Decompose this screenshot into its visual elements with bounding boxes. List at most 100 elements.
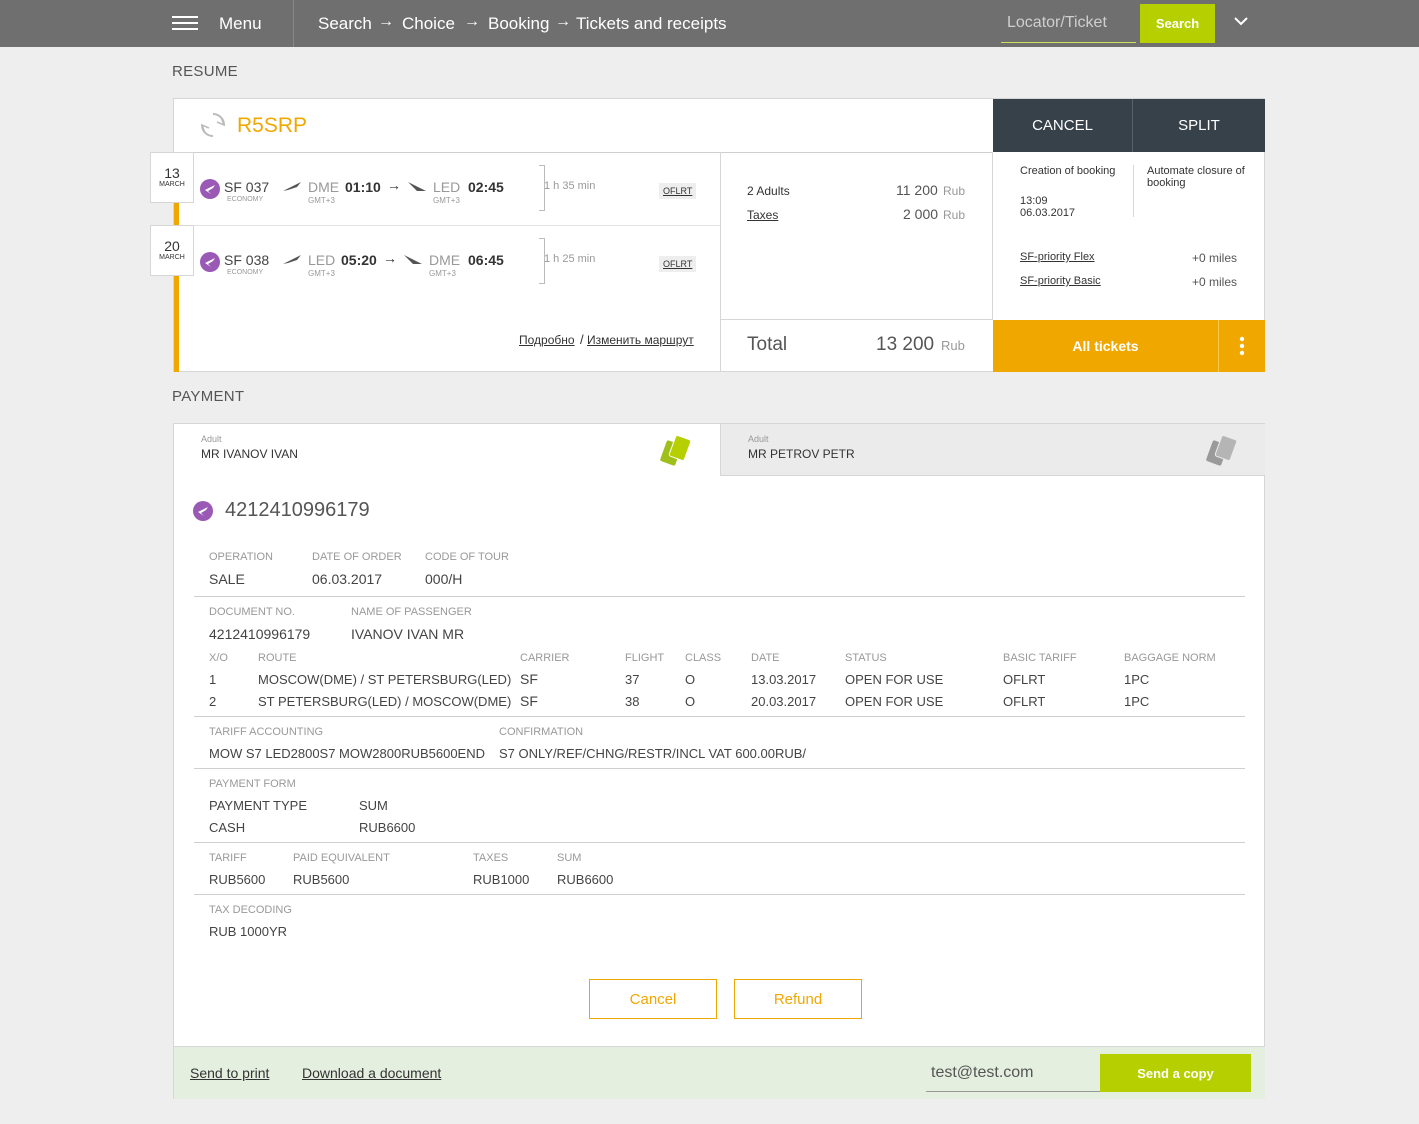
details-link[interactable]: Подробно <box>519 333 575 347</box>
col-basic-tariff: BASIC TARIFF <box>1003 652 1077 664</box>
col-carrier: CARRIER <box>520 652 570 664</box>
segment-flight: 38 <box>625 694 640 709</box>
operation-value: SALE <box>209 571 245 587</box>
tariff-accounting-label: TARIFF ACCOUNTING <box>209 726 324 738</box>
arrival-time: 02:45 <box>468 179 504 195</box>
send-to-print-link[interactable]: Send to print <box>190 1065 269 1081</box>
download-document-link[interactable]: Download a document <box>302 1065 441 1081</box>
departure-time: 05:20 <box>341 252 377 268</box>
change-route-link[interactable]: Изменить маршрут <box>587 333 694 347</box>
breadcrumb-booking[interactable]: Booking <box>488 14 549 34</box>
email-input[interactable] <box>926 1054 1100 1092</box>
order-date-value: 06.03.2017 <box>312 571 383 587</box>
sum2-value: RUB6600 <box>557 872 614 887</box>
segment-route: ST PETERSBURG(LED) / MOSCOW(DME) <box>258 694 512 709</box>
total-label: Total <box>747 334 788 355</box>
paid-equivalent-value: RUB5600 <box>293 872 350 887</box>
refresh-icon[interactable] <box>199 111 227 139</box>
locator-input[interactable] <box>1001 4 1136 43</box>
col-xo: X/O <box>209 652 228 664</box>
hamburger-menu-icon[interactable] <box>172 16 198 31</box>
divider <box>194 894 1245 895</box>
search-button[interactable]: Search <box>1140 4 1215 43</box>
fare-code[interactable]: OFLRT <box>659 256 697 272</box>
passenger-name: MR PETROV PETR <box>748 447 855 461</box>
creation-label: Creation of booking <box>1020 165 1116 177</box>
arrow-icon: → <box>387 177 401 193</box>
taxes-label: TAXES <box>473 852 509 864</box>
priority-flex-link[interactable]: SF-priority Flex <box>1020 251 1095 263</box>
date-month: MARCH <box>159 181 185 188</box>
divider <box>174 152 993 153</box>
taxes-price: 2 000 <box>903 206 939 222</box>
divider <box>1133 165 1134 217</box>
currency-label: Rub <box>943 184 966 198</box>
priority-basic-link[interactable]: SF-priority Basic <box>1020 275 1101 287</box>
segment-class: O <box>685 694 696 709</box>
sum-value: RUB6600 <box>359 820 416 835</box>
document-actions-bar: Send to print Download a document Send a… <box>174 1046 1265 1099</box>
segment-date: 20.03.2017 <box>751 694 817 709</box>
cancel-booking-button[interactable]: CANCEL <box>993 99 1132 152</box>
from-airport: DME <box>308 179 340 195</box>
confirmation-value: S7 ONLY/REF/CHNG/RESTR/INCL VAT 600.00RU… <box>499 746 807 761</box>
to-airport: DME <box>429 252 461 268</box>
flight-number: SF 038 <box>224 252 270 268</box>
date-day: 13 <box>164 165 180 181</box>
menu-label[interactable]: Menu <box>219 14 262 34</box>
segment-tariff: OFLRT <box>1003 694 1046 709</box>
currency-label: Rub <box>941 338 965 353</box>
breadcrumb-choice[interactable]: Choice <box>402 14 455 34</box>
passenger-name-label: NAME OF PASSENGER <box>351 606 472 618</box>
chevron-down-icon[interactable] <box>1232 12 1250 30</box>
airline-logo-icon <box>200 179 220 199</box>
segment-status: OPEN FOR USE <box>845 672 944 687</box>
col-date: DATE <box>751 652 780 664</box>
passenger-tab-ivanov[interactable]: Adult MR IVANOV IVAN <box>174 424 720 476</box>
tour-code-label: CODE OF TOUR <box>425 551 509 563</box>
fare-code[interactable]: OFLRT <box>659 183 697 199</box>
ticket-grey-icon <box>1206 434 1238 466</box>
arrival-time: 06:45 <box>468 252 504 268</box>
passenger-name: MR IVANOV IVAN <box>201 447 298 461</box>
segment-class: O <box>685 672 696 687</box>
send-copy-button[interactable]: Send a copy <box>1100 1054 1251 1092</box>
flight-duration: 1 h 25 min <box>544 253 596 265</box>
cancel-ticket-button[interactable]: Cancel <box>589 979 717 1019</box>
order-date-label: DATE OF ORDER <box>312 551 402 563</box>
taxes-link[interactable]: Taxes <box>747 208 778 222</box>
from-airport: LED <box>308 252 336 268</box>
divider <box>194 768 1245 769</box>
arrival-plane-icon <box>404 255 422 264</box>
breadcrumb-arrow-icon: → <box>378 13 394 30</box>
divider <box>992 152 993 319</box>
divider <box>194 716 1245 717</box>
segment-baggage: 1PC <box>1124 694 1150 709</box>
tour-code-value: 000/H <box>425 571 463 587</box>
segment-xo: 1 <box>209 672 217 687</box>
priority-flex-miles: +0 miles <box>1192 251 1238 265</box>
col-flight: FLIGHT <box>625 652 665 664</box>
refund-button[interactable]: Refund <box>734 979 862 1019</box>
top-navigation-bar: Menu Search → Choice → Booking → Tickets… <box>0 0 1419 47</box>
divider <box>179 225 720 226</box>
cabin-class: ECONOMY <box>227 269 264 276</box>
passenger-tab-petrov[interactable]: Adult MR PETROV PETR <box>720 424 1265 476</box>
flight-duration: 1 h 35 min <box>544 180 596 192</box>
priority-basic-miles: +0 miles <box>1192 275 1238 289</box>
adults-label: 2 Adults <box>747 184 790 198</box>
breadcrumb-tickets[interactable]: Tickets and receipts <box>576 14 727 34</box>
paid-equivalent-label: PAID EQUIVALENT <box>293 852 390 864</box>
all-tickets-button[interactable]: All tickets <box>993 320 1218 372</box>
ticket-number: 4212410996179 <box>225 499 370 521</box>
document-no-value: 4212410996179 <box>209 626 311 642</box>
booking-code: R5SRP <box>237 114 308 137</box>
arrow-icon: → <box>383 250 397 266</box>
split-booking-button[interactable]: SPLIT <box>1133 99 1265 152</box>
more-options-button[interactable] <box>1218 320 1265 372</box>
passenger-type: Adult <box>201 434 222 444</box>
tariff-accounting-value: MOW S7 LED2800S7 MOW2800RUB5600END <box>209 746 486 761</box>
breadcrumb-search[interactable]: Search <box>318 14 372 34</box>
tax-decoding-value: RUB 1000YR <box>209 924 288 939</box>
flight-number: SF 037 <box>224 179 270 195</box>
